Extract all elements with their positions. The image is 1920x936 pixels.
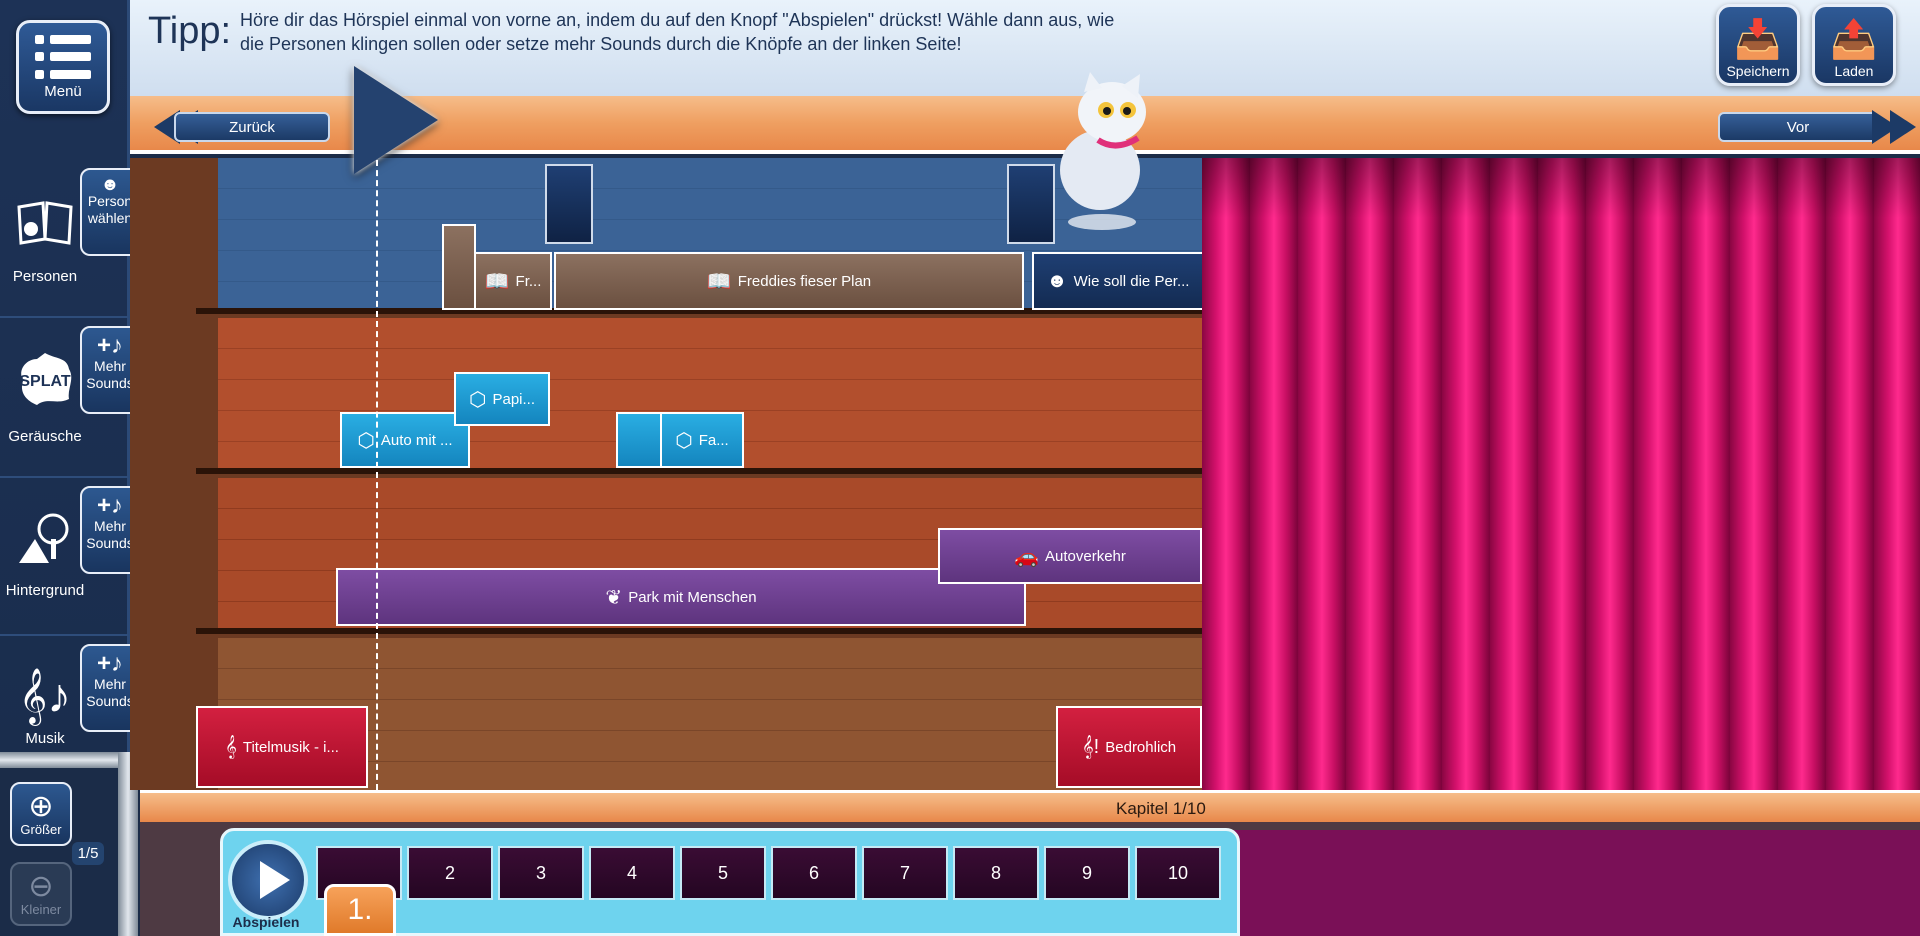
clip-label: Fr... xyxy=(515,272,542,290)
person-clip[interactable]: ☻ Wie soll die Per... xyxy=(1032,252,1204,310)
music-notes-icon: 𝄞 xyxy=(225,735,237,758)
tree-icon xyxy=(14,508,76,570)
chapter-cell-5[interactable]: 5 xyxy=(680,846,766,900)
chapter-cell-4[interactable]: 4 xyxy=(589,846,675,900)
chapter-cell-3[interactable]: 3 xyxy=(498,846,584,900)
clip-label: Papi... xyxy=(492,390,535,408)
category-personen: ☻ Person wählen Personen xyxy=(0,160,140,316)
clip-label: Fa... xyxy=(698,431,729,449)
cat-character xyxy=(1060,72,1146,230)
music-notes-icon: 𝄞! xyxy=(1081,735,1100,758)
clip-label: Freddies fieser Plan xyxy=(737,272,872,290)
add-music-icon: +♪ xyxy=(96,332,123,359)
face-icon: ☻ xyxy=(1046,269,1068,292)
category-label: Musik xyxy=(25,730,65,747)
load-box-icon: 📤 xyxy=(1830,19,1878,61)
chapter-cell-10[interactable]: 10 xyxy=(1135,846,1221,900)
noise-clip[interactable] xyxy=(616,412,662,468)
current-chapter-tab[interactable]: 1. xyxy=(324,884,396,936)
category-geraeusche: SPLAT +♪ Mehr Sounds Geräusche xyxy=(0,318,140,474)
face-icon: ☻ xyxy=(100,174,120,194)
playhead-handle[interactable] xyxy=(354,66,438,174)
clip-label: Titelmusik - i... xyxy=(242,738,339,756)
music-clip[interactable]: 𝄞 Titelmusik - i... xyxy=(196,706,368,788)
car-icon: 🚗 xyxy=(1014,545,1040,568)
add-music-icon: +♪ xyxy=(96,650,123,677)
play-button[interactable] xyxy=(228,840,308,920)
svg-text:SPLAT: SPLAT xyxy=(19,373,70,390)
forward-button[interactable]: Vor xyxy=(1718,112,1878,142)
back-button[interactable]: Zurück xyxy=(174,112,330,142)
clip-label: Autoverkehr xyxy=(1045,547,1126,565)
zoom-level: 1/5 xyxy=(72,842,104,865)
add-music-icon: +♪ xyxy=(96,492,123,519)
load-button[interactable]: 📤 Laden xyxy=(1812,4,1896,86)
menu-label: Menü xyxy=(44,82,82,100)
person-clip[interactable]: 📖 Freddies fieser Plan xyxy=(554,252,1024,310)
book-icon: 📖 xyxy=(706,270,732,293)
left-sidebar: Menü ☻ Person wählen Personen SPLAT +♪ M… xyxy=(0,0,140,752)
category-label: Personen xyxy=(12,268,78,285)
menu-button[interactable]: Menü xyxy=(16,20,110,114)
background-clip[interactable]: ❦ Park mit Menschen xyxy=(336,568,1026,626)
zoom-in-icon: ⊕ xyxy=(28,789,54,823)
cube-icon: ⬡ xyxy=(357,429,375,452)
load-label: Laden xyxy=(1834,63,1874,79)
zoom-out-button[interactable]: ⊖ Kleiner xyxy=(10,862,72,926)
splat-icon: SPLAT xyxy=(14,348,76,410)
dialog-marker[interactable] xyxy=(545,164,593,244)
noise-clip[interactable]: ⬡ Auto mit ... xyxy=(340,412,470,468)
zoom-out-label: Kleiner xyxy=(20,901,62,917)
cube-icon: ⬡ xyxy=(675,429,693,452)
play-label: Abspielen xyxy=(232,914,300,930)
chapter-cell-9[interactable]: 9 xyxy=(1044,846,1130,900)
cube-icon: ⬡ xyxy=(469,388,487,411)
background-clip[interactable]: 🚗 Autoverkehr xyxy=(938,528,1202,584)
shelf xyxy=(196,628,1202,634)
chapter-cell-6[interactable]: 6 xyxy=(771,846,857,900)
book-icon: 📖 xyxy=(484,270,510,293)
book-reader-icon xyxy=(14,190,76,252)
playhead-line xyxy=(376,160,378,790)
noise-clip[interactable]: ⬡ Fa... xyxy=(660,412,744,468)
clip-label: Auto mit ... xyxy=(380,431,453,449)
category-label: Geräusche xyxy=(8,428,82,445)
clip-label: Wie soll die Per... xyxy=(1073,272,1190,290)
clip-label: Bedrohlich xyxy=(1105,738,1177,756)
category-hintergrund: +♪ Mehr Sounds Hintergrund xyxy=(0,478,140,634)
save-button[interactable]: 📥 Speichern xyxy=(1716,4,1800,86)
stage-curtain xyxy=(1202,158,1920,790)
chapter-cell-7[interactable]: 7 xyxy=(862,846,948,900)
chapter-label: Kapitel 1/10 xyxy=(1116,799,1206,818)
zoom-in-button[interactable]: ⊕ Größer xyxy=(10,782,72,846)
zoom-in-label: Größer xyxy=(20,821,62,837)
clip-label: Park mit Menschen xyxy=(628,588,757,606)
tip-text: Höre dir das Hörspiel einmal von vorne a… xyxy=(240,10,1115,54)
menu-list-icon xyxy=(35,35,91,79)
shelf xyxy=(196,468,1202,474)
zoom-out-icon: ⊖ xyxy=(28,869,54,903)
chapter-cell-8[interactable]: 8 xyxy=(953,846,1039,900)
save-label: Speichern xyxy=(1726,63,1790,79)
tip-title: Tipp: xyxy=(148,10,232,52)
category-label: Hintergrund xyxy=(5,582,85,599)
save-box-icon: 📥 xyxy=(1734,19,1782,61)
music-notes-icon: 𝄞♪ xyxy=(18,670,72,723)
music-clip[interactable]: 𝄞! Bedrohlich xyxy=(1056,706,1202,788)
leaf-icon: ❦ xyxy=(605,586,623,609)
forward-arrow-icon xyxy=(1890,110,1916,144)
person-clip[interactable]: 📖 Fr... xyxy=(474,252,552,310)
chapter-bar: Kapitel 1/10 xyxy=(140,790,1920,822)
noise-clip[interactable]: ⬡ Papi... xyxy=(454,372,550,426)
chapter-cell-2[interactable]: 2 xyxy=(407,846,493,900)
person-clip[interactable] xyxy=(442,224,476,310)
timeline-tracks: 📖 Fr... 📖 Freddies fieser Plan ☻ Wie soll d… xyxy=(130,158,1204,790)
